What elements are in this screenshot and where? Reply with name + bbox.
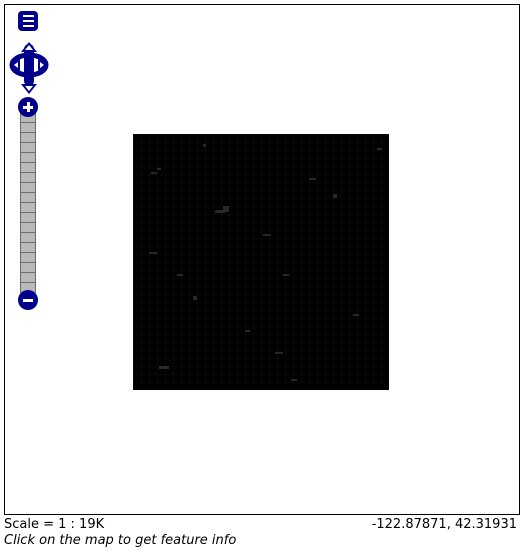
scale-readout: Scale = 1 : 19K	[4, 517, 105, 532]
layer-switcher-icon	[18, 11, 38, 31]
pan-down-icon	[21, 84, 37, 94]
pan-left-icon	[11, 58, 20, 72]
pan-down-button[interactable]	[19, 80, 39, 94]
layer-switcher-button[interactable]	[18, 11, 38, 31]
zoom-bar	[18, 97, 38, 311]
pan-up-icon	[21, 42, 37, 52]
mouse-position-readout: -122.87871, 42.31931	[371, 517, 517, 532]
map-tile[interactable]	[133, 134, 389, 390]
zoom-in-button[interactable]	[18, 97, 38, 117]
feature-info-hint: Click on the map to get feature info	[4, 533, 237, 548]
pan-control	[9, 38, 49, 94]
status-bar: Scale = 1 : 19K -122.87871, 42.31931	[4, 517, 520, 533]
pan-up-button[interactable]	[19, 38, 39, 52]
map-viewport[interactable]	[4, 4, 520, 515]
zoom-out-button[interactable]	[18, 290, 38, 310]
pan-right-icon	[38, 58, 47, 72]
pan-right-button[interactable]	[37, 56, 49, 74]
zoom-slider-track[interactable]	[20, 113, 36, 293]
pan-left-button[interactable]	[9, 56, 21, 74]
map-tile-graphic	[133, 134, 389, 390]
